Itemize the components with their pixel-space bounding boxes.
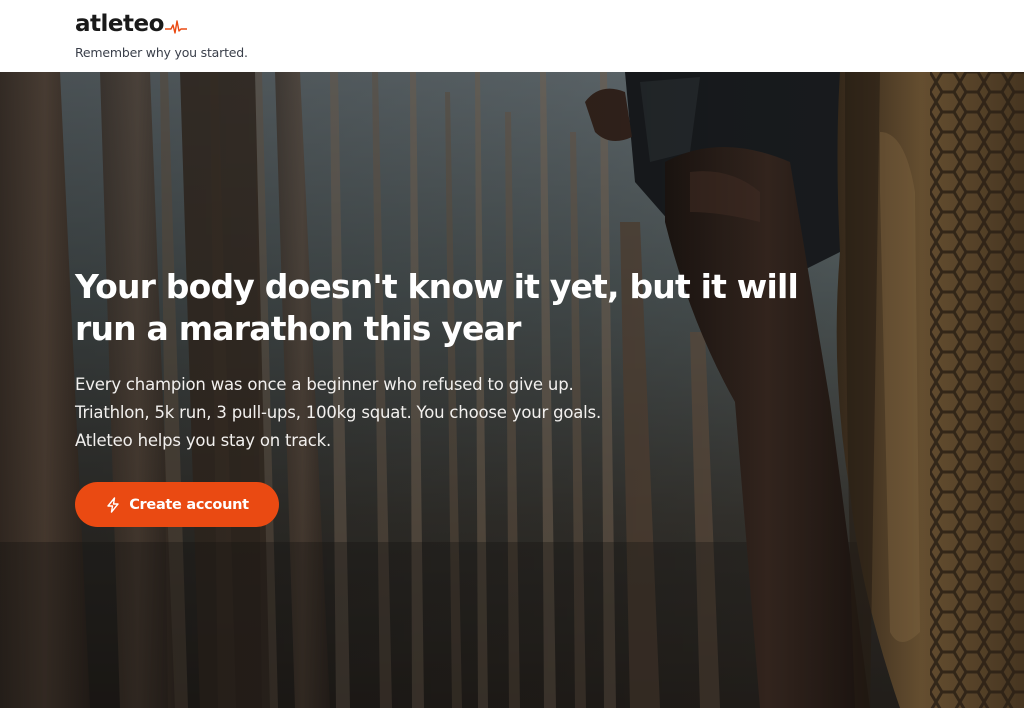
heartbeat-icon — [164, 20, 187, 34]
brand-logo[interactable]: atleteo — [75, 8, 187, 40]
hero-description: Every champion was once a beginner who r… — [75, 371, 775, 455]
hero-description-line: Triathlon, 5k run, 3 pull-ups, 100kg squ… — [75, 403, 601, 422]
hero-description-line: Atleteo helps you stay on track. — [75, 431, 332, 450]
create-account-label: Create account — [129, 496, 249, 513]
create-account-button[interactable]: Create account — [75, 482, 279, 527]
lightning-icon — [107, 496, 119, 513]
hero-description-line: Every champion was once a beginner who r… — [75, 375, 574, 394]
logo-wordmark: atleteo — [75, 11, 164, 37]
brand-tagline: Remember why you started. — [75, 45, 248, 60]
hero-section: Your body doesn't know it yet, but it wi… — [0, 72, 1024, 708]
site-header: atleteo Remember why you started. — [0, 0, 1024, 72]
hero-headline: Your body doesn't know it yet, but it wi… — [75, 267, 799, 348]
